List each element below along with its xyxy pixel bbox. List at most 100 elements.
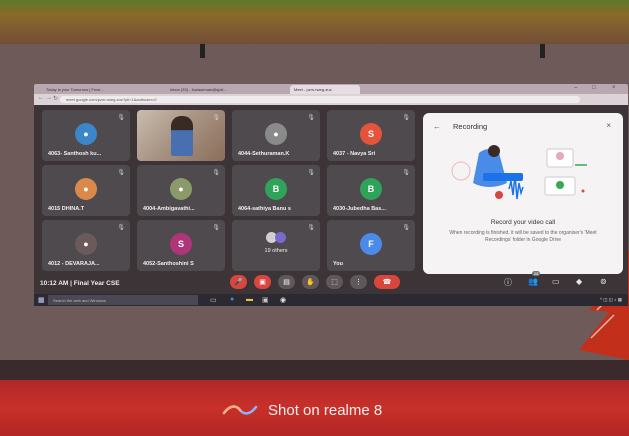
tab-meet[interactable]: Meet - pzm-rweg-zuc — [290, 85, 360, 94]
camera-toggle-button[interactable]: ▣ — [254, 275, 271, 289]
mic-toggle-button[interactable]: 🎤 — [230, 275, 247, 289]
participant-tile[interactable]: 🎙 S 4037 - Navya Sri — [327, 110, 415, 161]
browser-window: Today is your Tomorrow | Feve... Inbox (… — [34, 84, 628, 294]
reload-icon[interactable]: ↻ — [53, 95, 58, 102]
avatar: ● — [265, 123, 287, 145]
windows-start-icon[interactable]: ▦ — [38, 296, 45, 304]
mic-off-icon: 🎙 — [117, 115, 125, 121]
participant-name: 4012 - DEVARAJA... — [48, 261, 100, 267]
address-bar: ← → ↻ meet.google.com/pzm-rweg-zuc?pli=1… — [34, 94, 628, 105]
participant-tile[interactable]: 🎙 ● 4063- Santhosh ku... — [42, 110, 130, 161]
mic-off-icon: 🎙 — [117, 170, 125, 176]
meeting-info: 10:12 AM | Final Year CSE — [40, 280, 120, 287]
participant-tile[interactable]: 🎙 S 4052-Santhoshini S — [137, 220, 225, 271]
avatar: ● — [170, 178, 192, 200]
captions-icon: ▤ — [283, 279, 290, 286]
others-count: 19 others — [264, 248, 288, 254]
end-call-button[interactable]: ☎ — [374, 275, 400, 289]
mic-off-icon: 🎙 — [212, 225, 220, 231]
mic-off-icon: 🎙 — [402, 170, 410, 176]
avatar: B — [360, 178, 382, 200]
presenter-figure — [171, 116, 193, 156]
present-icon: ⬚ — [331, 279, 338, 286]
others-tile[interactable]: 🎙 19 others — [232, 220, 320, 271]
participant-name: 4044-Sethuraman.K — [238, 151, 290, 157]
raise-hand-button[interactable]: ✋ — [302, 275, 319, 289]
mic-off-icon: 🎙 — [307, 115, 315, 121]
participant-tile[interactable]: 🎙 B 4064-sathiya Banu s — [232, 165, 320, 216]
mic-off-icon: 🎙 — [212, 170, 220, 176]
clock-time: 10:12 AM — [40, 280, 69, 287]
avatar: F — [360, 233, 382, 255]
camera-watermark: Shot on realme 8 — [222, 400, 382, 420]
chat-icon[interactable]: ▭ — [552, 277, 560, 286]
task-view-icon[interactable]: ▭ — [210, 296, 217, 304]
windows-taskbar: ▦ Search the web and Windows ▭ ● ▬ ▣ ◉ ^… — [34, 294, 628, 306]
mic-off-icon: 🎙 — [402, 115, 410, 121]
meeting-name: Final Year CSE — [73, 280, 120, 287]
panel-title: Recording — [453, 122, 488, 131]
mic-off-icon: 🎙 — [402, 225, 410, 231]
separator: | — [70, 280, 72, 287]
close-window-icon[interactable]: × — [612, 85, 616, 91]
back-arrow-icon[interactable]: ← — [433, 122, 441, 131]
ceiling-bracket — [200, 44, 205, 58]
participant-name: 4030-Jubedha Bas... — [333, 206, 386, 212]
participant-tile[interactable]: 🎙 ● 4015 DHINA.T — [42, 165, 130, 216]
tab-news[interactable]: Today is your Tomorrow | Feve... — [42, 85, 162, 94]
store-icon[interactable]: ▣ — [262, 296, 269, 304]
present-button[interactable]: ⬚ — [326, 275, 343, 289]
participant-name: 4037 - Navya Sri — [333, 151, 376, 157]
info-icon[interactable]: ⓘ — [504, 277, 512, 288]
participant-tile[interactable]: 🎙 ● 4044-Sethuraman.K — [232, 110, 320, 161]
url-input[interactable]: meet.google.com/pzm-rweg-zuc?pli=1&authu… — [60, 96, 580, 103]
participant-tile[interactable]: 🎙 — [137, 110, 225, 161]
participant-tile[interactable]: 🎙 B 4030-Jubedha Bas... — [327, 165, 415, 216]
forward-icon[interactable]: → — [46, 95, 52, 101]
more-options-icon: ⋮ — [355, 279, 362, 286]
participant-tile[interactable]: 🎙 ● 4004-Ambigavathi... — [137, 165, 225, 216]
mic-off-icon: 🎙 — [117, 225, 125, 231]
back-icon[interactable]: ← — [38, 95, 44, 101]
close-icon[interactable]: × — [606, 121, 611, 130]
avatar: S — [170, 233, 192, 255]
avatar: ● — [75, 178, 97, 200]
panel-heading: Record your video call — [490, 219, 556, 226]
more-options-button[interactable]: ⋮ — [350, 275, 367, 289]
end-call-icon: ☎ — [382, 279, 392, 286]
minimize-icon[interactable]: – — [574, 85, 577, 91]
recording-illustration — [451, 145, 587, 200]
taskbar-search-input[interactable]: Search the web and Windows — [48, 295, 198, 305]
floor-band — [0, 360, 629, 382]
ceiling-bracket — [540, 44, 545, 58]
panel-description: When recording is finished, it will be s… — [449, 230, 597, 243]
mic-off-icon: 🎙 — [307, 225, 315, 231]
wall-top — [0, 0, 629, 48]
participant-count-badge: 28 — [532, 271, 541, 276]
avatar: B — [265, 178, 287, 200]
recording-panel: ← Recording × Record your video call Whe… — [423, 113, 623, 274]
participant-name: 4063- Santhosh ku... — [48, 151, 102, 157]
raise-hand-icon: ✋ — [306, 279, 315, 286]
file-explorer-icon[interactable]: ▬ — [246, 296, 253, 303]
edge-icon[interactable]: ● — [230, 296, 234, 303]
mic-off-icon: 🎙 — [307, 170, 315, 176]
participant-name: You — [333, 261, 343, 267]
participant-name: 4052-Santhoshini S — [143, 261, 194, 267]
chrome-icon[interactable]: ◉ — [280, 296, 286, 304]
activities-icon[interactable]: ◆ — [576, 277, 582, 286]
maximize-icon[interactable]: □ — [592, 85, 596, 91]
mic-off-icon: 🎤 — [234, 279, 243, 286]
participant-name: 4015 DHINA.T — [48, 206, 85, 212]
captions-button[interactable]: ▤ — [278, 275, 295, 289]
people-icon[interactable]: 👥 — [528, 277, 538, 286]
avatar: ● — [75, 123, 97, 145]
participant-tile[interactable]: 🎙 ● 4012 - DEVARAJA... — [42, 220, 130, 271]
host-controls-icon[interactable]: ⊚ — [600, 277, 607, 286]
avatar: ● — [75, 233, 97, 255]
system-tray: ^ ◫ ◱ ♪ ▦ — [599, 297, 622, 302]
camera-off-icon: ▣ — [259, 279, 266, 286]
self-tile[interactable]: 🎙 F You — [327, 220, 415, 271]
tab-gmail[interactable]: Inbox (33) - thulasirman@sjcit... — [166, 85, 286, 94]
mic-icon: 🎙 — [212, 115, 220, 121]
